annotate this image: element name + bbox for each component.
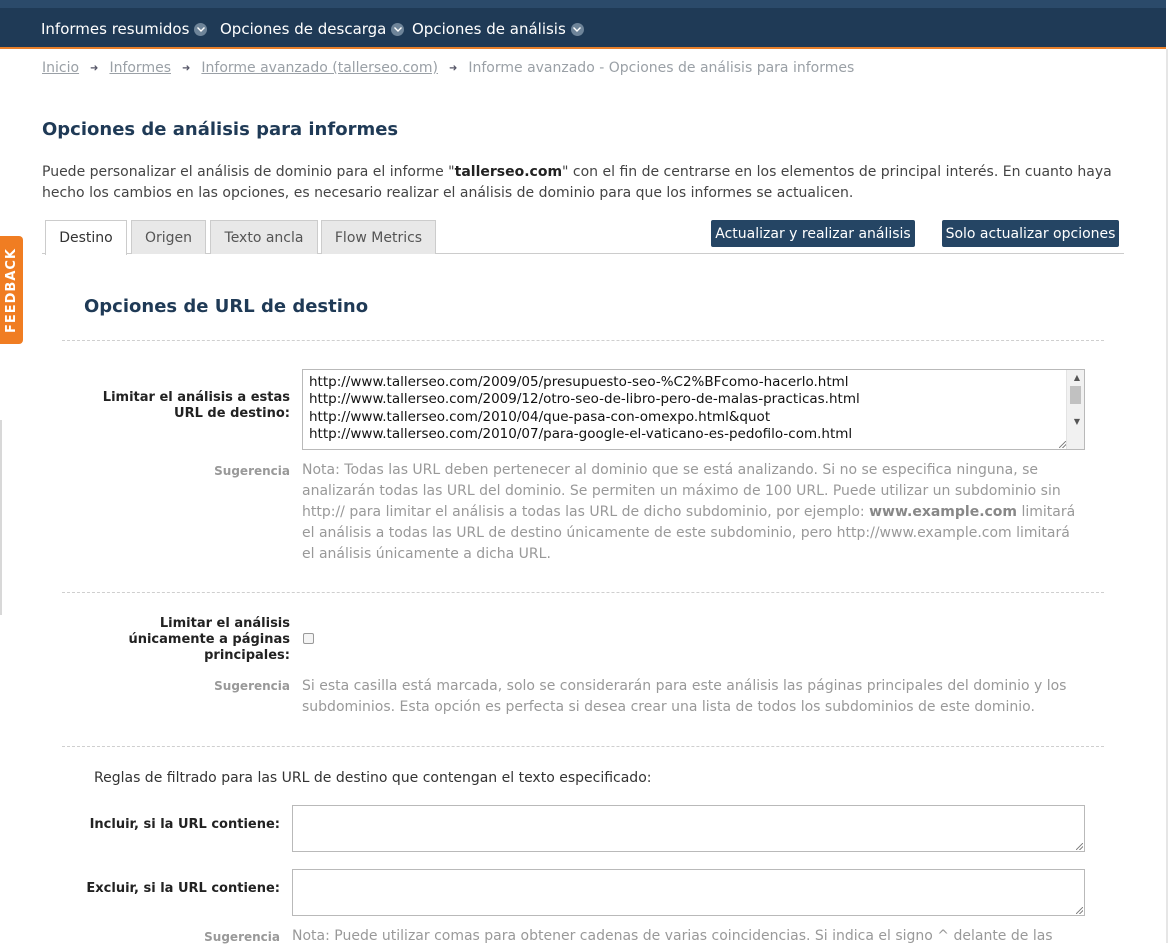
scroll-down-icon[interactable]: ▼ (1074, 417, 1080, 426)
breadcrumb-informes[interactable]: Informes (109, 60, 171, 76)
include-label: Incluir, si la URL contiene: (89, 817, 280, 832)
page-title: Opciones de análisis para informes (42, 119, 399, 140)
target-urls-textarea[interactable]: http://www.tallerseo.com/2009/05/presupu… (302, 369, 1085, 450)
update-and-analyze-button[interactable]: Actualizar y realizar análisis (711, 220, 915, 247)
chevron-down-icon (391, 23, 405, 36)
hint-label: Sugerencia (214, 679, 290, 693)
url-lines: http://www.tallerseo.com/2009/05/presupu… (309, 374, 860, 443)
hint-label: Sugerencia (204, 930, 280, 944)
filter-rules-intro: Reglas de filtrado para las URL de desti… (94, 770, 652, 786)
breadcrumb-inicio[interactable]: Inicio (42, 60, 79, 76)
label-line: únicamente a páginas (128, 632, 290, 647)
intro-text: Puede personalizar el análisis de domini… (42, 162, 1117, 204)
update-options-only-button[interactable]: Solo actualizar opciones (942, 220, 1119, 247)
hint-text-main-pages: Si esta casilla está marcada, solo se co… (302, 678, 1067, 715)
divider (62, 340, 1104, 341)
resize-handle-icon[interactable] (1076, 843, 1083, 850)
nav-opciones-analisis[interactable]: Opciones de análisis (412, 20, 584, 38)
label-line: URL de destino: (174, 406, 290, 421)
label-line: principales: (204, 648, 290, 663)
hint-label: Sugerencia (214, 464, 290, 478)
nav-informes-resumidos[interactable]: Informes resumidos (41, 20, 208, 38)
breadcrumb-informe-avanzado[interactable]: Informe avanzado (tallerseo.com) (201, 60, 438, 76)
tab-origen[interactable]: Origen (131, 220, 206, 254)
divider (62, 746, 1104, 747)
arrow-right-icon: ➜ (448, 62, 458, 74)
url-line: http://www.tallerseo.com/2009/12/otro-se… (309, 391, 860, 408)
left-edge-line (0, 420, 2, 615)
divider (62, 592, 1104, 593)
feedback-tab[interactable]: FEEDBACK (0, 236, 23, 344)
feedback-label: FEEDBACK (4, 247, 19, 333)
nav-opciones-descarga[interactable]: Opciones de descarga (220, 20, 405, 38)
top-navigation-bar: Informes resumidos Opciones de descarga … (0, 0, 1166, 49)
arrow-right-icon: ➜ (90, 62, 99, 74)
intro-domain: tallerseo.com (454, 164, 563, 180)
breadcrumb: Inicio ➜ Informes ➜ Informe avanzado (ta… (42, 60, 854, 76)
main-pages-label: Limitar el análisis únicamente a páginas… (90, 616, 290, 664)
url-line: http://www.tallerseo.com/2010/04/que-pas… (309, 408, 771, 425)
section-title: Opciones de URL de destino (84, 296, 369, 317)
chevron-down-icon (194, 23, 208, 36)
nav-label: Informes resumidos (41, 20, 190, 38)
hint-text-urls: Nota: Todas las URL deben pertenecer al … (302, 460, 1082, 565)
intro-pre: Puede personalizar el análisis de domini… (42, 164, 455, 180)
breadcrumb-current: Informe avanzado - Opciones de análisis … (468, 60, 855, 76)
url-line: http://www.tallerseo.com/2010/07/para-go… (309, 425, 853, 442)
label-line: Limitar el análisis (159, 616, 290, 631)
resize-handle-icon[interactable] (1076, 907, 1083, 914)
hint-text-filter: Nota: Puede utilizar comas para obtener … (292, 928, 1053, 944)
scroll-up-icon[interactable]: ▲ (1074, 373, 1080, 382)
resize-handle-icon[interactable] (1059, 441, 1066, 448)
chevron-down-icon (570, 23, 584, 36)
textarea-scrollbar[interactable]: ▲ ▼ (1066, 370, 1084, 449)
label-line: Limitar el análisis a estas (102, 390, 290, 405)
top-strip (0, 0, 1166, 8)
exclude-label: Excluir, si la URL contiene: (86, 881, 280, 896)
tab-flow-metrics[interactable]: Flow Metrics (321, 220, 436, 254)
include-url-textarea[interactable] (292, 805, 1085, 852)
main-pages-only-checkbox[interactable] (303, 633, 314, 644)
nav-label: Opciones de descarga (220, 20, 387, 38)
limit-urls-label: Limitar el análisis a estas URL de desti… (84, 390, 290, 422)
url-line: http://www.tallerseo.com/2009/05/presupu… (309, 374, 849, 390)
tab-texto-ancla[interactable]: Texto ancla (210, 220, 318, 254)
hint-example-domain: www.example.com (869, 504, 1018, 520)
arrow-right-icon: ➜ (182, 62, 191, 74)
nav-label: Opciones de análisis (412, 20, 566, 38)
exclude-url-textarea[interactable] (292, 869, 1085, 916)
tab-destino[interactable]: Destino (45, 220, 127, 255)
scrollbar-thumb[interactable] (1070, 386, 1081, 404)
